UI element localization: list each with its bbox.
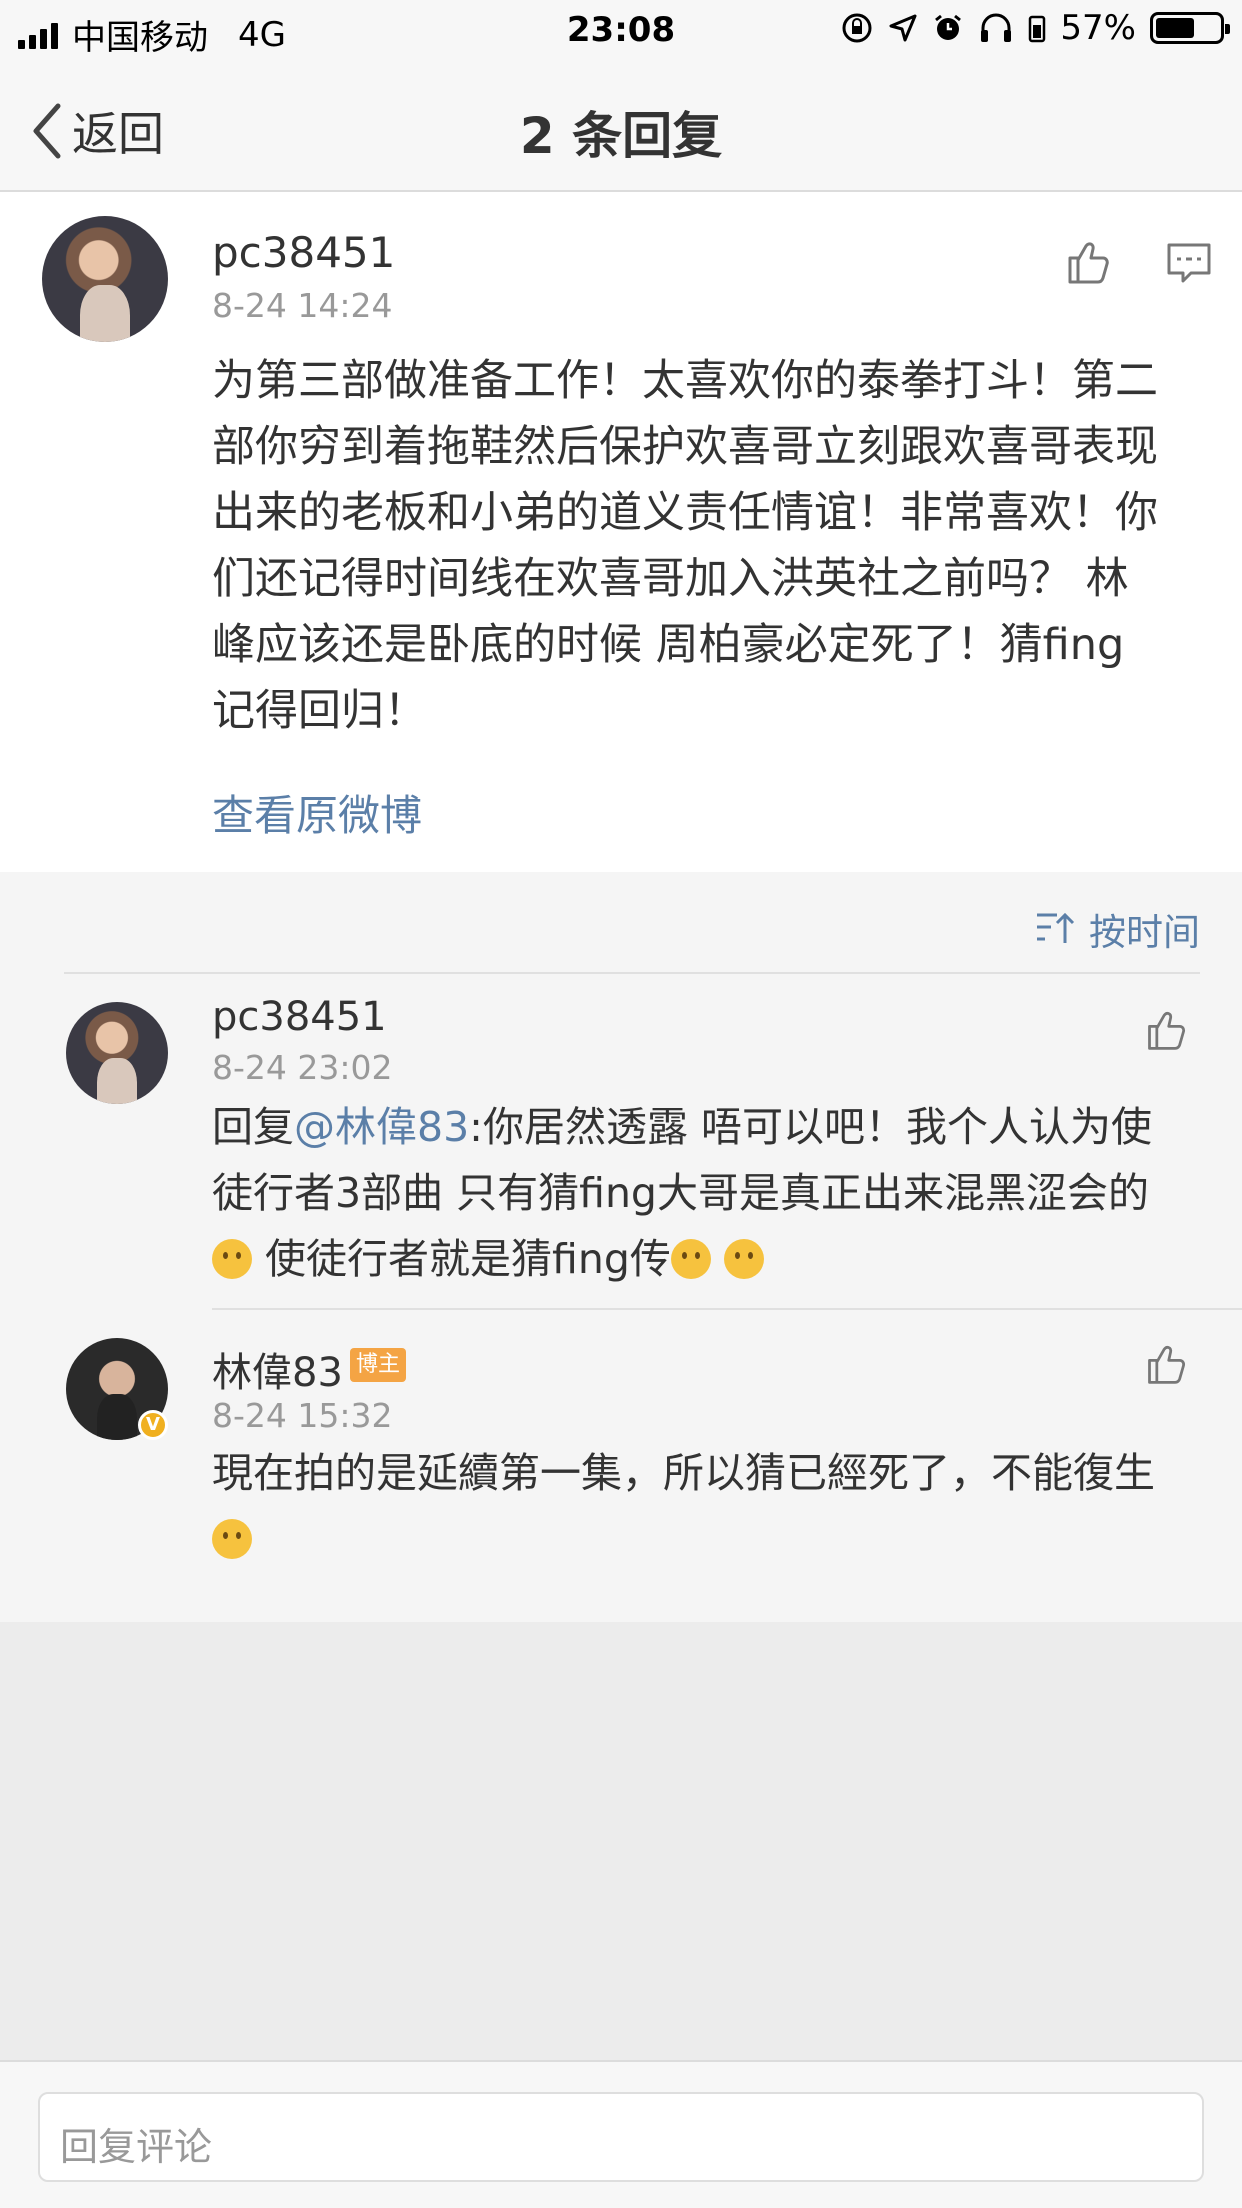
alarm-icon (935, 14, 962, 40)
rotation-lock-icon (842, 13, 872, 43)
verified-badge: V (138, 1410, 168, 1440)
username[interactable]: 林偉83 (212, 1340, 343, 1398)
avatar[interactable] (66, 1002, 168, 1104)
status-bar: 中国移动 4G 23:08 57% (0, 0, 1242, 62)
nav-bar: 返回 2 条回复 (0, 62, 1242, 192)
comment-line: 峰应该还是卧底的时候 周柏豪必定死了！猜fing (212, 620, 1125, 670)
reply-text-segment: 使徒行者就是猜fing传 (252, 1235, 671, 1283)
view-original-link[interactable]: 查看原微博 (212, 782, 422, 843)
timestamp: 8-24 14:24 (212, 286, 393, 325)
comment-icon[interactable] (1166, 242, 1212, 286)
reply-line (212, 1506, 1212, 1572)
reply-text: 回复@林偉83:你居然透露 唔可以吧！我个人认为使 徒行者3部曲 只有猜fing… (212, 1094, 1212, 1292)
sort-button[interactable]: 按时间 (1035, 902, 1200, 956)
divider (212, 1308, 1242, 1310)
like-icon[interactable] (1144, 1342, 1188, 1386)
location-icon (889, 14, 917, 42)
comment-line: 部你穷到着拖鞋然后保护欢喜哥立刻跟欢喜哥表现 (212, 422, 1158, 472)
reply-line: 現在拍的是延續第一集，所以猜已經死了，不能復生 (212, 1449, 1155, 1497)
reply-line: 使徒行者就是猜fing传 (212, 1226, 1212, 1292)
reply-line: 徒行者3部曲 只有猜fing大哥是真正出来混黑涩会的 (212, 1169, 1149, 1217)
reply-text: 現在拍的是延續第一集，所以猜已經死了，不能復生 (212, 1440, 1212, 1572)
username[interactable]: pc38451 (212, 228, 395, 277)
reply-bar: 回复评论 (0, 2060, 1242, 2208)
headphone-battery-icon (1029, 15, 1046, 43)
mention-link[interactable]: @林偉83 (294, 1103, 469, 1151)
divider (64, 972, 1200, 974)
grin-emoji-icon (723, 1239, 764, 1279)
battery-icon (1150, 12, 1230, 44)
sort-label: 按时间 (1089, 911, 1200, 954)
avatar[interactable] (42, 216, 168, 342)
comment-line: 出来的老板和小弟的道义责任情谊！非常喜欢！你 (212, 488, 1158, 538)
comment-text: 为第三部做准备工作！太喜欢你的泰拳打斗！第二 部你穷到着拖鞋然后保护欢喜哥立刻跟… (212, 348, 1212, 744)
main-comment: pc38451 8-24 14:24 为第三部做准备工作！太喜欢你的泰拳打斗！第… (0, 192, 1242, 872)
crying-emoji-icon (212, 1519, 252, 1559)
like-icon[interactable] (1144, 1008, 1188, 1052)
timestamp: 8-24 15:32 (212, 1396, 393, 1435)
comment-line: 记得回归！ (212, 686, 427, 736)
reply-line: 回复@林偉83:你居然透露 唔可以吧！我个人认为使 (212, 1094, 1212, 1160)
like-icon[interactable] (1064, 238, 1112, 286)
username[interactable]: pc38451 (212, 994, 387, 1040)
battery-percent: 57% (1060, 8, 1136, 48)
page-title: 2 条回复 (519, 107, 723, 165)
sort-icon (1037, 912, 1075, 943)
blogger-badge: 博主 (350, 1348, 407, 1382)
timestamp: 8-24 23:02 (212, 1048, 393, 1087)
comment-line: 为第三部做准备工作！太喜欢你的泰拳打斗！第二 (212, 356, 1158, 406)
reply-prefix: 回复 (212, 1103, 294, 1151)
blush-emoji-icon (212, 1239, 252, 1279)
replies-section: 按时间 pc38451 8-24 23:02 回复@林偉83:你居然透露 唔可以… (0, 872, 1242, 1622)
rolling-eyes-emoji-icon (670, 1239, 711, 1279)
headphones-icon (981, 13, 1012, 42)
reply-rest: :你居然透露 唔可以吧！我个人认为使 (469, 1103, 1153, 1151)
comment-line: 们还记得时间线在欢喜哥加入洪英社之前吗？ 林 (212, 554, 1129, 604)
reply-input[interactable]: 回复评论 (38, 2092, 1204, 2182)
status-right: 57% (840, 8, 1230, 48)
